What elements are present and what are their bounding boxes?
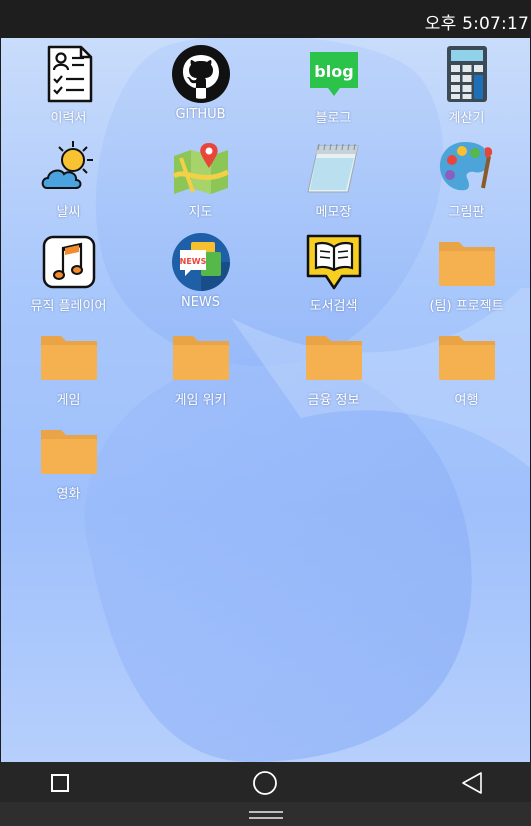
paint-palette-icon: [437, 138, 497, 198]
app-label: 도서검색: [309, 299, 358, 314]
svg-text:NEWS: NEWS: [179, 257, 206, 266]
svg-text:blog: blog: [314, 62, 353, 81]
app-label: GITHUB: [175, 107, 226, 122]
desktop: 이력서 GITHUB blog 블로그 계산기 날씨 지도 메모장 그림판 뮤직…: [1, 38, 530, 762]
folder-icon: [39, 420, 99, 480]
map-icon: [171, 138, 231, 198]
status-bar: 오후 5:07:17: [0, 0, 531, 38]
app-label: (팀) 프로젝트: [429, 299, 504, 314]
folder-team-project[interactable]: (팀) 프로젝트: [400, 226, 530, 316]
app-label: 게임 위키: [174, 393, 227, 408]
app-label: 금융 정보: [307, 393, 360, 408]
app-label: 게임: [56, 393, 81, 408]
square-icon: [51, 774, 69, 792]
news-icon: NEWS: [171, 232, 231, 292]
navigation-bar: [0, 762, 531, 802]
book-icon: [304, 232, 364, 292]
app-label: 영화: [56, 487, 81, 502]
app-label: 지도: [188, 205, 213, 220]
folder-icon: [39, 326, 99, 386]
calculator-icon: [437, 44, 497, 104]
blog-icon: blog: [304, 44, 364, 104]
app-label: NEWS: [180, 295, 221, 310]
app-label: 뮤직 플레이어: [30, 299, 107, 314]
app-paint[interactable]: 그림판: [400, 132, 530, 222]
status-clock: 오후 5:07:17: [424, 14, 529, 34]
app-book-search[interactable]: 도서검색: [267, 226, 400, 316]
notepad-icon: [304, 138, 364, 198]
app-calculator[interactable]: 계산기: [400, 38, 530, 128]
folder-movie[interactable]: 영화: [2, 414, 135, 504]
app-label: 여행: [454, 393, 479, 408]
app-notepad[interactable]: 메모장: [267, 132, 400, 222]
app-label: 날씨: [56, 205, 81, 220]
app-label: 이력서: [50, 111, 87, 126]
app-github[interactable]: GITHUB: [134, 38, 267, 128]
github-icon: [171, 44, 231, 104]
gesture-bar: [0, 802, 531, 826]
circle-icon: [253, 771, 277, 795]
home-button[interactable]: [252, 770, 278, 796]
drag-handle[interactable]: [249, 811, 283, 819]
folder-icon: [437, 232, 497, 292]
triangle-back-icon: [462, 772, 482, 794]
app-music-player[interactable]: 뮤직 플레이어: [2, 226, 135, 316]
folder-icon: [171, 326, 231, 386]
app-label: 블로그: [315, 111, 352, 126]
back-button[interactable]: [459, 770, 485, 796]
folder-finance-info[interactable]: 금융 정보: [267, 320, 400, 410]
music-note-icon: [39, 232, 99, 292]
folder-travel[interactable]: 여행: [400, 320, 530, 410]
folder-game-wiki[interactable]: 게임 위키: [134, 320, 267, 410]
app-map[interactable]: 지도: [134, 132, 267, 222]
weather-icon: [39, 138, 99, 198]
app-blog[interactable]: blog 블로그: [267, 38, 400, 128]
folder-icon: [437, 326, 497, 386]
app-news[interactable]: NEWS NEWS: [134, 226, 267, 316]
app-label: 계산기: [448, 111, 485, 126]
folder-icon: [304, 326, 364, 386]
app-weather[interactable]: 날씨: [2, 132, 135, 222]
app-resume[interactable]: 이력서: [2, 38, 135, 128]
recent-apps-button[interactable]: [47, 770, 73, 796]
app-grid: 이력서 GITHUB blog 블로그 계산기 날씨 지도 메모장 그림판 뮤직…: [1, 38, 530, 762]
app-label: 메모장: [315, 205, 352, 220]
resume-icon: [39, 44, 99, 104]
folder-game[interactable]: 게임: [2, 320, 135, 410]
app-label: 그림판: [448, 205, 485, 220]
